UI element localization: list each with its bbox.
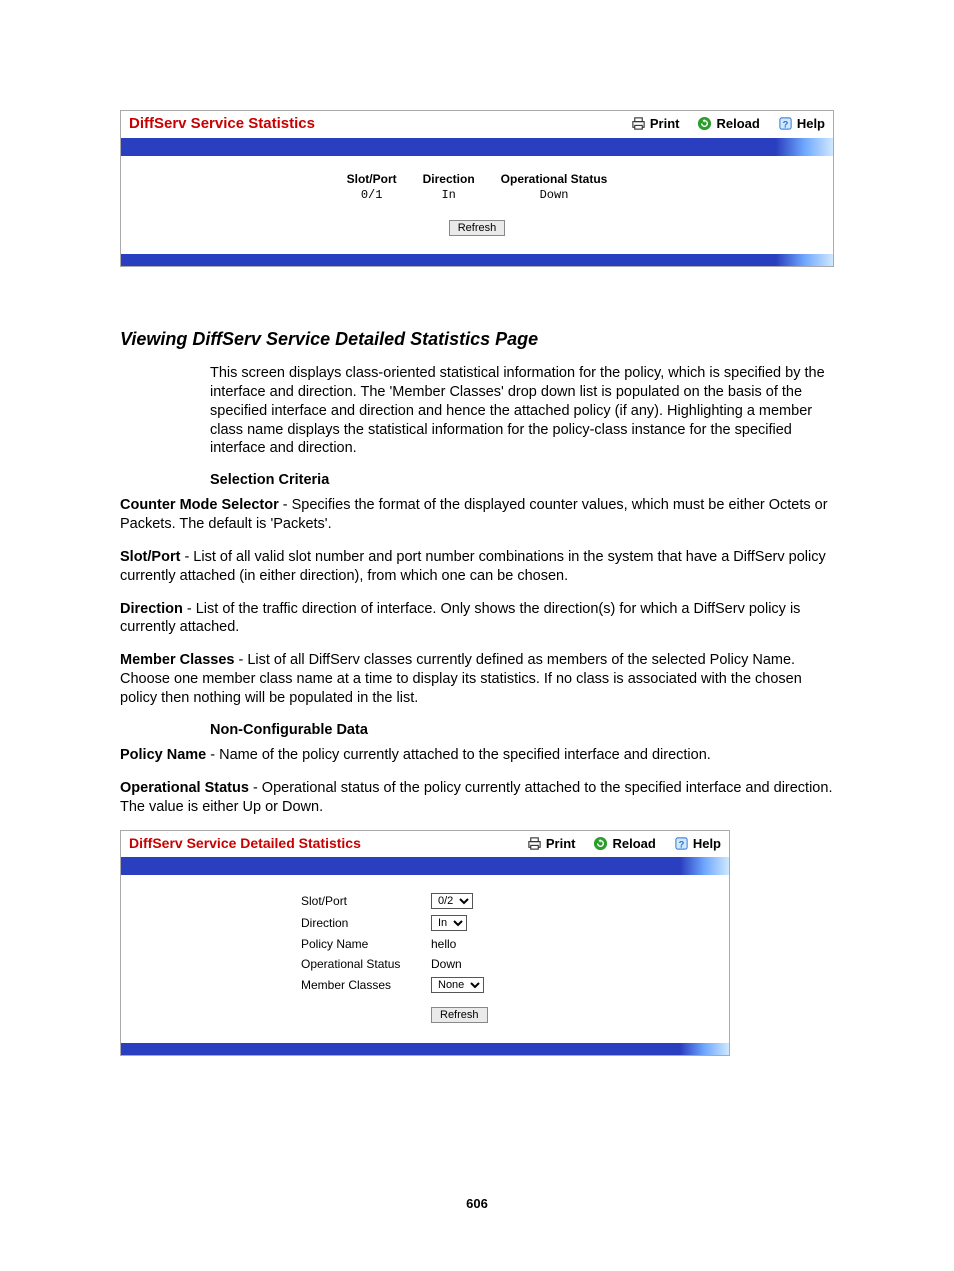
label-policy-name: Policy Name bbox=[301, 937, 431, 951]
print-label: Print bbox=[650, 116, 680, 131]
row-member-classes: Member Classes None bbox=[301, 977, 719, 993]
refresh-button[interactable]: Refresh bbox=[431, 1007, 488, 1023]
panel2-title: DiffServ Service Detailed Statistics bbox=[129, 835, 361, 851]
help-icon: ? bbox=[674, 836, 689, 851]
policy-name-text: - Name of the policy currently attached … bbox=[206, 747, 711, 763]
row-direction: Direction In bbox=[301, 915, 719, 931]
printer-icon bbox=[527, 836, 542, 851]
label-operational-status: Operational Status bbox=[301, 957, 431, 971]
blue-divider bbox=[121, 138, 833, 156]
direction-select[interactable]: In bbox=[431, 915, 467, 931]
stats-table: Slot/Port 0/1 Direction In Operational S… bbox=[347, 172, 608, 202]
col-direction-value: In bbox=[441, 188, 455, 202]
panel-actions: Print Reload ? Help bbox=[631, 116, 825, 131]
reload-button[interactable]: Reload bbox=[697, 116, 759, 131]
col-opstatus-value: Down bbox=[540, 188, 569, 202]
member-classes-paragraph: Member Classes - List of all DiffServ cl… bbox=[120, 651, 834, 708]
svg-text:?: ? bbox=[782, 119, 788, 129]
col-direction-header: Direction bbox=[423, 172, 475, 186]
print-button[interactable]: Print bbox=[527, 836, 576, 851]
operational-status-term: Operational Status bbox=[120, 780, 249, 796]
panel-body: Slot/Port 0/1 Direction In Operational S… bbox=[121, 156, 833, 254]
row-policy-name: Policy Name hello bbox=[301, 937, 719, 951]
value-policy-name: hello bbox=[431, 937, 456, 951]
help-button[interactable]: ? Help bbox=[778, 116, 825, 131]
member-classes-select[interactable]: None bbox=[431, 977, 484, 993]
page-number: 606 bbox=[120, 1196, 834, 1211]
panel-header: DiffServ Service Statistics Print Reload… bbox=[121, 111, 833, 138]
panel2-header: DiffServ Service Detailed Statistics Pri… bbox=[121, 831, 729, 857]
col-slotport-header: Slot/Port bbox=[347, 172, 397, 186]
col-slotport-value: 0/1 bbox=[361, 188, 383, 202]
help-icon: ? bbox=[778, 116, 793, 131]
member-classes-term: Member Classes bbox=[120, 652, 234, 668]
blue-divider-bottom bbox=[121, 1043, 729, 1055]
counter-mode-paragraph: Counter Mode Selector - Specifies the fo… bbox=[120, 496, 834, 534]
direction-text: - List of the traffic direction of inter… bbox=[120, 601, 800, 636]
value-operational-status: Down bbox=[431, 957, 462, 971]
non-configurable-heading: Non-Configurable Data bbox=[210, 722, 834, 738]
counter-mode-term: Counter Mode Selector bbox=[120, 497, 279, 513]
printer-icon bbox=[631, 116, 646, 131]
blue-divider-bottom bbox=[121, 254, 833, 266]
section-heading: Viewing DiffServ Service Detailed Statis… bbox=[120, 329, 834, 350]
slotport-select[interactable]: 0/2 bbox=[431, 893, 473, 909]
diffserv-service-statistics-panel: DiffServ Service Statistics Print Reload… bbox=[120, 110, 834, 267]
help-button[interactable]: ? Help bbox=[674, 836, 721, 851]
reload-label: Reload bbox=[716, 116, 759, 131]
label-member-classes: Member Classes bbox=[301, 978, 431, 992]
reload-icon bbox=[593, 836, 608, 851]
direction-paragraph: Direction - List of the traffic directio… bbox=[120, 600, 834, 638]
selection-criteria-heading: Selection Criteria bbox=[210, 472, 834, 488]
label-direction: Direction bbox=[301, 916, 431, 930]
help-label: Help bbox=[693, 836, 721, 851]
slotport-text: - List of all valid slot number and port… bbox=[120, 549, 826, 584]
panel2-body: Slot/Port 0/2 Direction In Policy Name h… bbox=[121, 875, 729, 1043]
direction-term: Direction bbox=[120, 601, 183, 617]
print-label: Print bbox=[546, 836, 576, 851]
reload-label: Reload bbox=[612, 836, 655, 851]
reload-button[interactable]: Reload bbox=[593, 836, 655, 851]
intro-paragraph: This screen displays class-oriented stat… bbox=[210, 364, 834, 458]
row-operational-status: Operational Status Down bbox=[301, 957, 719, 971]
svg-text:?: ? bbox=[678, 839, 684, 849]
label-slotport: Slot/Port bbox=[301, 894, 431, 908]
print-button[interactable]: Print bbox=[631, 116, 680, 131]
refresh-button[interactable]: Refresh bbox=[449, 220, 506, 236]
col-opstatus-header: Operational Status bbox=[501, 172, 608, 186]
operational-status-paragraph: Operational Status - Operational status … bbox=[120, 779, 834, 817]
row-slotport: Slot/Port 0/2 bbox=[301, 893, 719, 909]
diffserv-service-detailed-statistics-panel: DiffServ Service Detailed Statistics Pri… bbox=[120, 830, 730, 1056]
panel2-actions: Print Reload ? Help bbox=[527, 836, 721, 851]
help-label: Help bbox=[797, 116, 825, 131]
slotport-paragraph: Slot/Port - List of all valid slot numbe… bbox=[120, 548, 834, 586]
policy-name-paragraph: Policy Name - Name of the policy current… bbox=[120, 746, 834, 765]
slotport-term: Slot/Port bbox=[120, 549, 180, 565]
policy-name-term: Policy Name bbox=[120, 747, 206, 763]
reload-icon bbox=[697, 116, 712, 131]
panel-title: DiffServ Service Statistics bbox=[129, 115, 315, 132]
blue-divider bbox=[121, 857, 729, 875]
